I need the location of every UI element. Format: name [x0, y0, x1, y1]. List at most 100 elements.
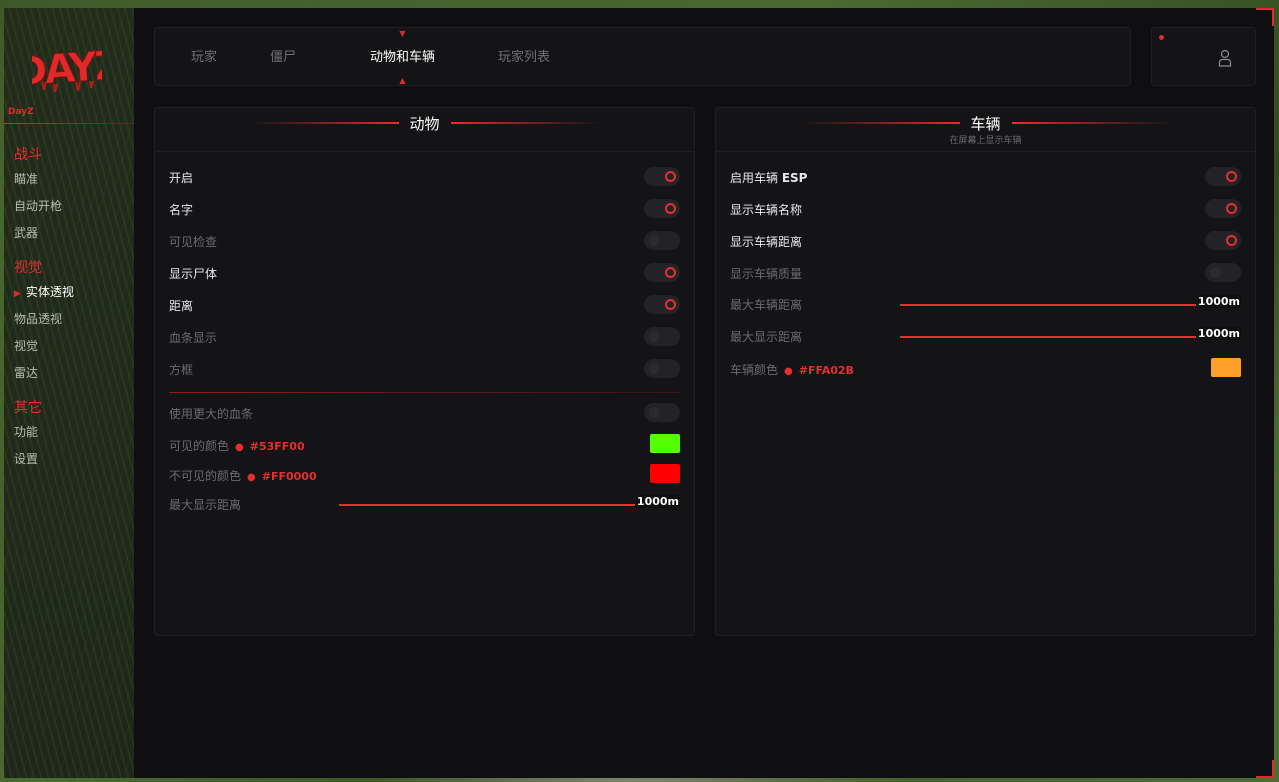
name-toggle[interactable]: [644, 199, 680, 218]
panel-title: 动物: [155, 113, 694, 134]
setting-row-bigger-health: 使用更大的血条: [169, 402, 680, 424]
setting-row-box: 方框: [169, 358, 680, 380]
enable-toggle[interactable]: [644, 167, 680, 186]
panel-subtitle: 在屏幕上显示车辆: [949, 136, 1022, 146]
color-hex-value: #FF0000: [261, 470, 317, 483]
invisible-color-swatch[interactable]: [650, 464, 680, 483]
show-corpse-toggle[interactable]: [644, 263, 680, 282]
setting-label: 开启: [169, 171, 194, 185]
sidebar: DAYZ DayZ 战斗 瞄准 自动开枪 武器 视觉 ▶ 实体透视 物品透视 视觉…: [4, 8, 134, 778]
setting-label: 最大显示距离: [169, 498, 242, 512]
tab-player-list[interactable]: 玩家列表: [498, 28, 550, 87]
corner-decoration: [1256, 760, 1274, 778]
sidebar-item-item-esp[interactable]: 物品透视: [14, 306, 74, 333]
sidebar-item-features[interactable]: 功能: [14, 419, 74, 446]
setting-row-max-distance: 最大显示距离 1000m: [169, 493, 680, 515]
color-hex-value: #FFA02B: [798, 364, 854, 377]
max-display-distance-slider[interactable]: [900, 336, 1196, 338]
user-panel[interactable]: [1151, 27, 1256, 86]
setting-row-health-bar: 血条显示: [169, 326, 680, 348]
sidebar-nav: 战斗 瞄准 自动开枪 武器 视觉 ▶ 实体透视 物品透视 视觉 雷达 其它 功能 …: [14, 144, 74, 473]
setting-row-max-display-distance: 最大显示距离 1000m: [730, 325, 1241, 347]
tab-indicator-down-icon: ▼: [399, 29, 406, 38]
active-arrow-icon: ▶: [14, 289, 21, 299]
slider-value: 1000m: [635, 495, 680, 508]
sidebar-item-settings[interactable]: 设置: [14, 446, 74, 473]
panel-header: 动物: [155, 108, 694, 152]
setting-label: 最大车辆距离: [730, 298, 803, 312]
tab-label: 动物和车辆: [370, 50, 436, 65]
sidebar-item-entity-esp[interactable]: ▶ 实体透视: [14, 279, 74, 306]
distance-toggle[interactable]: [644, 295, 680, 314]
setting-label: 不可见的颜色: [169, 469, 242, 483]
setting-row-visible-color: 可见的颜色 ● #53FF00: [169, 434, 680, 456]
setting-label: 车辆颜色: [730, 363, 779, 377]
setting-label: 启用车辆: [730, 171, 779, 185]
show-name-toggle[interactable]: [1205, 199, 1241, 218]
status-dot: [1159, 35, 1164, 40]
setting-row-invisible-color: 不可见的颜色 ● #FF0000: [169, 464, 680, 486]
vehicle-color-swatch[interactable]: [1211, 358, 1241, 377]
setting-label: 显示车辆距离: [730, 235, 803, 249]
tab-players[interactable]: 玩家: [191, 28, 217, 87]
setting-label: 血条显示: [169, 331, 218, 345]
slider-value: 1000m: [1196, 327, 1241, 340]
user-icon[interactable]: [1218, 49, 1232, 67]
nav-category-other: 其它: [14, 400, 42, 416]
setting-row-enable: 开启: [169, 166, 680, 188]
corner-decoration: [1256, 8, 1274, 26]
slider-value: 1000m: [1196, 295, 1241, 308]
divider: [169, 392, 680, 393]
setting-label: 显示车辆名称: [730, 203, 803, 217]
sidebar-item-autofire[interactable]: 自动开枪: [14, 193, 74, 220]
setting-label: 可见的颜色: [169, 439, 230, 453]
tab-bar: 玩家 僵尸 ▼ 动物和车辆 ▲ 玩家列表: [154, 27, 1131, 86]
bigger-health-toggle[interactable]: [644, 403, 680, 422]
show-distance-toggle[interactable]: [1205, 231, 1241, 250]
max-distance-slider[interactable]: [339, 504, 635, 506]
max-vehicle-distance-slider[interactable]: [900, 304, 1196, 306]
setting-row-show-distance: 显示车辆距离: [730, 230, 1241, 252]
sidebar-item-radar[interactable]: 雷达: [14, 360, 74, 387]
visible-check-toggle[interactable]: [644, 231, 680, 250]
color-hex-value: #53FF00: [249, 440, 305, 453]
show-quality-toggle[interactable]: [1205, 263, 1241, 282]
setting-row-max-vehicle-distance: 最大车辆距离 1000m: [730, 293, 1241, 315]
vehicles-panel: 车辆 在屏幕上显示车辆 启用车辆 ESP 显示车辆名称 显示车辆距离 显示车辆质…: [715, 107, 1256, 636]
sidebar-item-weapons[interactable]: 武器: [14, 220, 74, 247]
setting-label: 显示尸体: [169, 267, 218, 281]
setting-label: 最大显示距离: [730, 330, 803, 344]
enable-esp-toggle[interactable]: [1205, 167, 1241, 186]
panel-title: 车辆: [716, 113, 1255, 134]
nav-category-visual: 视觉: [14, 260, 42, 276]
setting-label: 方框: [169, 363, 194, 377]
sidebar-item-aim[interactable]: 瞄准: [14, 166, 74, 193]
nav-category-combat: 战斗: [14, 147, 42, 163]
setting-row-distance: 距离: [169, 294, 680, 316]
setting-label: 名字: [169, 203, 194, 217]
setting-row-show-name: 显示车辆名称: [730, 198, 1241, 220]
app-name: DayZ: [8, 107, 34, 117]
health-bar-toggle[interactable]: [644, 327, 680, 346]
setting-label: 显示车辆质量: [730, 267, 803, 281]
cheat-menu-window: DAYZ DayZ 战斗 瞄准 自动开枪 武器 视觉 ▶ 实体透视 物品透视 视觉…: [4, 8, 1274, 778]
setting-label: 可见检查: [169, 235, 218, 249]
sidebar-item-label: 实体透视: [25, 285, 74, 299]
panel-header: 车辆 在屏幕上显示车辆: [716, 108, 1255, 152]
setting-label: 距离: [169, 299, 194, 313]
setting-row-show-corpse: 显示尸体: [169, 262, 680, 284]
setting-label: 使用更大的血条: [169, 407, 254, 421]
tab-animals-vehicles[interactable]: ▼ 动物和车辆 ▲: [370, 28, 435, 87]
sidebar-item-visual[interactable]: 视觉: [14, 333, 74, 360]
setting-row-visible-check: 可见检查: [169, 230, 680, 252]
setting-row-show-quality: 显示车辆质量: [730, 262, 1241, 284]
setting-row-name: 名字: [169, 198, 680, 220]
setting-row-vehicle-color: 车辆颜色 ● #FFA02B: [730, 358, 1241, 380]
dayz-logo: DAYZ: [32, 42, 102, 96]
tab-zombies[interactable]: 僵尸: [270, 28, 296, 87]
box-toggle[interactable]: [644, 359, 680, 378]
divider: [4, 123, 134, 124]
tab-indicator-up-icon: ▲: [399, 76, 406, 85]
visible-color-swatch[interactable]: [650, 434, 680, 453]
animals-panel: 动物 开启 名字 可见检查 显示尸体 距离 血条显示 方框 使用更大的血条 可见…: [154, 107, 695, 636]
